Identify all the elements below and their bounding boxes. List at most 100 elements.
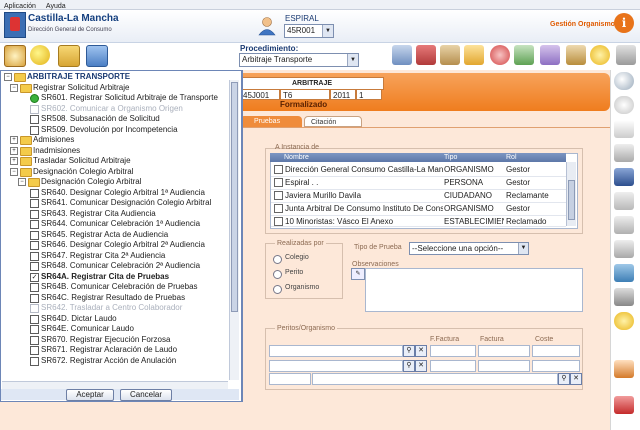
tools-icon[interactable] [614,360,634,378]
tree-item[interactable]: SR645. Registrar Acta de Audiencia [0,230,228,240]
tools-icon[interactable] [514,45,534,65]
tree-item[interactable]: SR64C. Registrar Resultado de Pruebas [0,293,228,303]
table-row[interactable]: Dirección General Consumo Castilla-La Ma… [271,163,566,177]
documents-icon[interactable] [614,144,634,162]
tree-item[interactable]: SR671. Registrar Aclaración de Laudo [0,345,228,355]
coste-field[interactable] [532,360,580,372]
tree-item[interactable]: SR64B. Comunicar Celebración de Pruebas [0,282,228,292]
chevron-down-icon[interactable]: ▼ [322,25,333,37]
expander-icon[interactable]: − [10,167,18,176]
perito-code-field[interactable] [269,373,311,385]
truck-icon[interactable] [614,396,634,414]
tree-scrollbar[interactable] [229,80,239,380]
paperclip-icon[interactable] [614,216,634,234]
document-stack-icon[interactable] [616,45,636,65]
expander-icon[interactable]: + [10,157,18,165]
expander-icon[interactable]: + [10,136,18,144]
tree-horizontal-scrollbar[interactable] [2,381,228,389]
task-checkbox[interactable] [30,230,39,240]
task-checkbox[interactable] [30,314,39,324]
magnifier-icon[interactable] [614,72,634,90]
task-checkbox[interactable] [30,262,39,271]
perito-name-field[interactable] [269,345,403,357]
user-select[interactable]: 45R001 ▼ [284,24,334,38]
tree-item[interactable]: − Designación Colegio Arbitral [0,177,228,187]
tipo-prueba-select[interactable]: --Seleccione una opción-- ▼ [409,242,529,255]
chevron-down-icon[interactable]: ▼ [518,243,528,254]
task-checkbox[interactable] [30,115,39,124]
task-checkbox[interactable] [30,220,39,229]
tree-item[interactable]: SR64D. Dictar Laudo [0,314,228,324]
tree-item[interactable]: − Designación Colegio Arbitral [0,167,228,177]
tree-item[interactable]: SR640. Designar Colegio Arbitral 1ª Audi… [0,188,228,198]
radio-organismo[interactable] [273,285,282,294]
search-icon[interactable]: ⚲ [403,360,415,372]
table-row[interactable]: 10 Minoristas: Vásco El Anexo ESTABLECIM… [271,215,566,227]
tree-item[interactable]: + Inadmisiones [0,146,228,156]
books-icon[interactable] [416,45,436,65]
printer-icon[interactable] [392,45,412,65]
menu-aplicacion[interactable]: Aplicación [4,3,36,10]
task-checkbox[interactable]: ✓ [30,272,39,282]
abacus-icon[interactable] [566,45,586,65]
column-header-tipo[interactable]: Tipo [444,153,457,162]
row-checkbox[interactable] [274,191,283,200]
gear-icon[interactable] [590,45,610,65]
row-checkbox[interactable] [274,165,283,174]
expander-icon[interactable]: + [10,146,18,155]
perito-name-field[interactable] [269,360,403,372]
task-checkbox[interactable] [30,356,39,366]
tree-item[interactable]: SR641. Comunicar Designación Colegio Arb… [0,198,228,208]
table-row[interactable]: Espiral . . PERSONA Gestor [271,176,566,190]
column-header-rol[interactable]: Rol [506,153,517,162]
expander-icon[interactable]: − [18,178,26,186]
computer-icon[interactable] [86,45,108,67]
expander-icon[interactable]: − [4,73,12,81]
tree-item[interactable]: − ARBITRAJE TRANSPORTE [0,72,228,82]
factura-field[interactable] [478,345,530,357]
certificate-icon[interactable] [4,45,26,67]
task-checkbox[interactable] [30,199,39,208]
task-checkbox[interactable] [30,293,39,303]
task-checkbox[interactable] [30,346,39,355]
tree-item[interactable]: SR509. Devolución por Incompetencia [0,125,228,135]
archive-icon[interactable] [440,45,460,65]
scrollbar-thumb[interactable] [568,180,575,220]
accept-button[interactable]: Aceptar [66,389,114,401]
table-row[interactable]: Junta Arbitral De Consumo Instituto De C… [271,202,566,216]
tree-item[interactable]: SR672. Registrar Acción de Anulación [0,356,228,366]
scrollbar-thumb[interactable] [231,82,238,312]
task-checkbox[interactable] [30,325,39,334]
task-checkbox[interactable] [30,283,39,292]
printer-icon[interactable] [614,288,634,306]
info-icon[interactable]: i [614,13,634,33]
tree-item[interactable]: − Registrar Solicitud Arbitraje [0,83,228,93]
task-checkbox[interactable] [30,188,39,198]
edit-icon[interactable]: ✎ [351,268,365,280]
globe-icon[interactable] [490,45,510,65]
tab-citacion[interactable]: Citación [304,116,362,127]
tree-item[interactable]: SR643. Registrar Cita Audiencia [0,209,228,219]
copy-icon[interactable] [614,192,634,210]
clear-icon[interactable]: ✕ [415,360,427,372]
task-checkbox[interactable] [30,251,39,261]
expander-icon[interactable]: − [10,83,18,92]
tree-item[interactable]: SR508. Subsanación de Solicitud [0,114,228,124]
cancel-button[interactable]: Cancelar [120,389,172,401]
tree-item[interactable]: ✓ SR64A. Registrar Cita de Pruebas [0,272,228,282]
tree-item[interactable]: SR670. Registrar Ejecución Forzosa [0,335,228,345]
task-checkbox[interactable] [30,335,39,345]
radio-perito[interactable] [273,270,282,279]
observaciones-textarea[interactable] [365,268,583,312]
chevron-down-icon[interactable]: ▼ [347,54,358,66]
perito-desc-field[interactable] [312,373,558,385]
clear-icon[interactable]: ✕ [415,345,427,357]
ffactura-field[interactable] [430,345,476,357]
interested-scrollbar[interactable] [566,162,576,226]
procedure-select[interactable]: Arbitraje Transporte ▼ [239,53,359,67]
search-icon[interactable]: ⚲ [558,373,570,385]
scanner-icon[interactable] [614,264,634,282]
clear-icon[interactable]: ✕ [570,373,582,385]
search-icon[interactable]: ⚲ [403,345,415,357]
tree-item[interactable]: SR648. Comunicar Celebración 2ª Audienci… [0,261,228,271]
